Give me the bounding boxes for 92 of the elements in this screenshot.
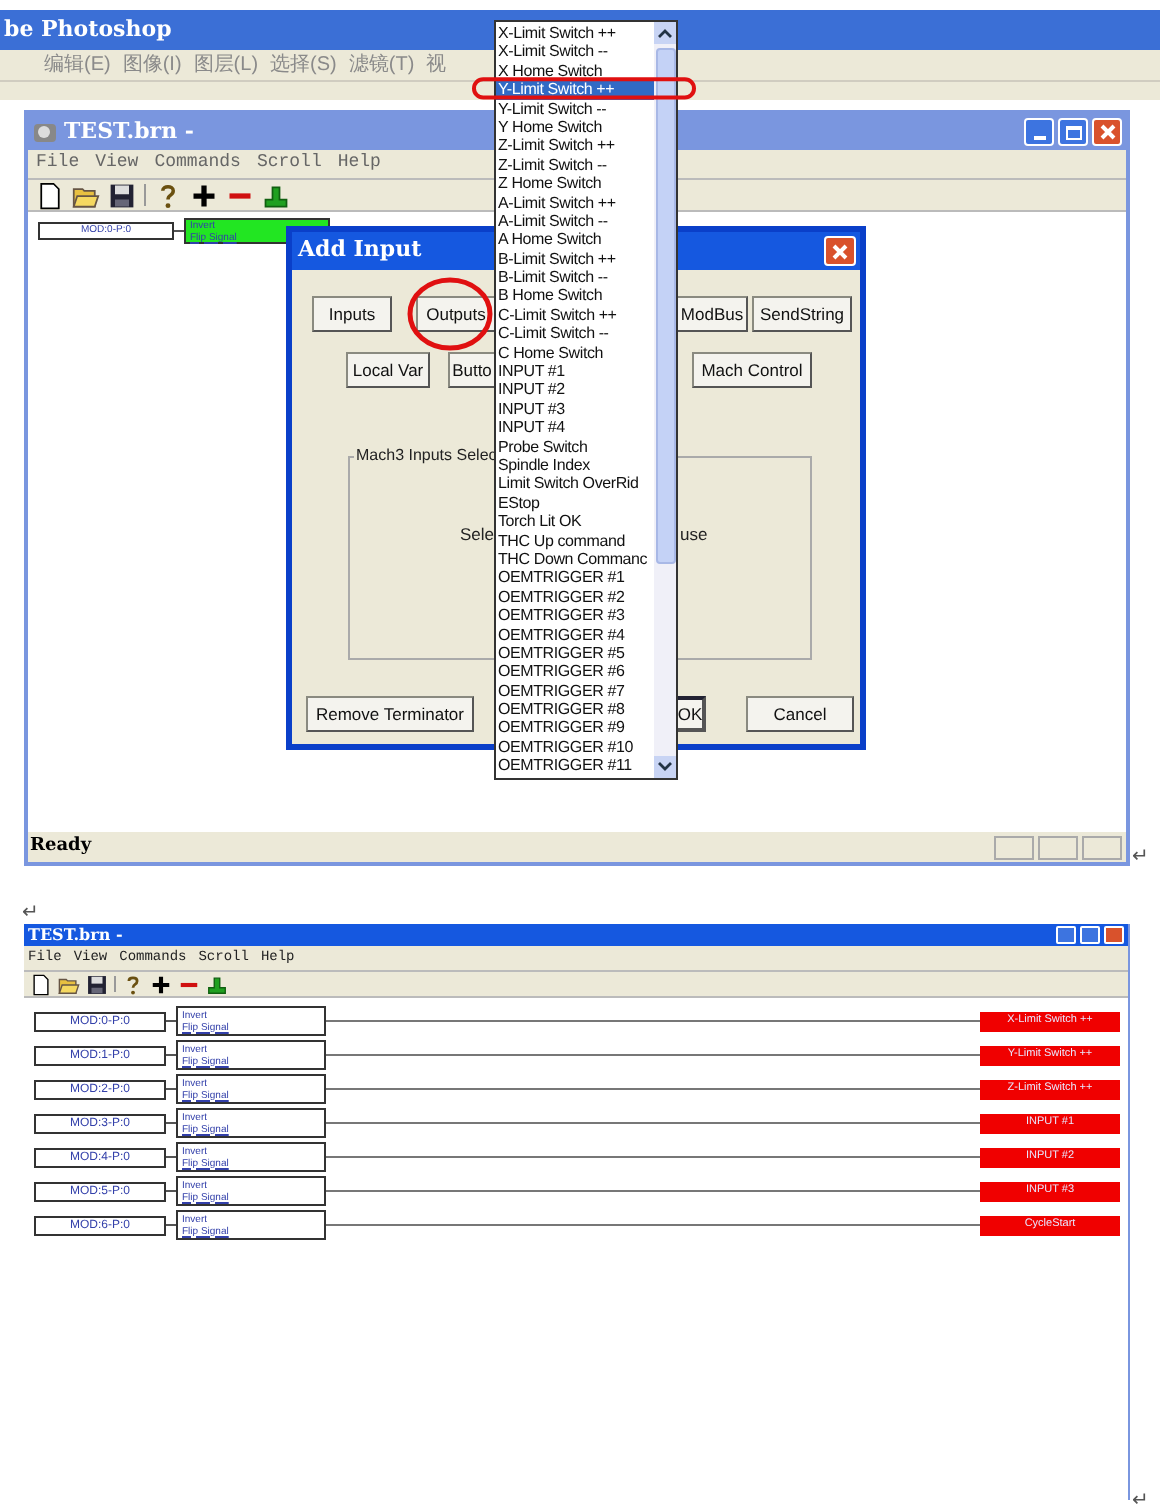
dialog-button[interactable]: Outputs bbox=[416, 296, 496, 332]
list-item[interactable]: Torch Lit OK bbox=[496, 512, 654, 532]
list-item[interactable]: A-Limit Switch ++ bbox=[496, 193, 654, 212]
list-item[interactable]: X Home Switch bbox=[496, 61, 654, 81]
list-item[interactable]: Z-Limit Switch -- bbox=[496, 155, 654, 175]
dialog-button[interactable]: Remove Terminator bbox=[306, 696, 474, 732]
list-item[interactable]: C Home Switch bbox=[496, 343, 654, 363]
list-item[interactable]: OEMTRIGGER #5 bbox=[496, 643, 654, 663]
list-item[interactable]: C-Limit Switch -- bbox=[496, 324, 654, 344]
stand-icon[interactable] bbox=[206, 973, 228, 995]
paragraph-mark: ↵ bbox=[1132, 844, 1148, 872]
list-item[interactable]: B Home Switch bbox=[496, 286, 654, 306]
list-item[interactable]: OEMTRIGGER #4 bbox=[496, 625, 654, 644]
scroll-up-button[interactable] bbox=[654, 22, 676, 44]
save-icon[interactable] bbox=[86, 973, 108, 995]
list-item[interactable]: Y-Limit Switch -- bbox=[496, 99, 654, 118]
plus-icon[interactable] bbox=[150, 973, 172, 995]
window-title: TEST.brn - bbox=[64, 115, 194, 148]
app-icon bbox=[32, 120, 58, 144]
close-button[interactable] bbox=[824, 236, 856, 266]
maximize-button[interactable] bbox=[1058, 118, 1088, 146]
list-item[interactable]: Spindle Index bbox=[496, 455, 654, 475]
save-icon[interactable] bbox=[108, 181, 136, 209]
list-item[interactable]: INPUT #1 bbox=[496, 362, 654, 381]
menu-item[interactable]: View bbox=[95, 150, 139, 178]
stand-icon[interactable] bbox=[262, 181, 290, 209]
dialog-button[interactable]: SendString bbox=[752, 296, 852, 332]
caret-up-icon bbox=[658, 28, 672, 38]
question-icon[interactable] bbox=[122, 973, 144, 995]
status-text: Ready bbox=[30, 833, 92, 860]
window-title: be Photoshop bbox=[4, 13, 172, 46]
list-item[interactable]: OEMTRIGGER #10 bbox=[496, 737, 654, 757]
list-item[interactable]: OEMTRIGGER #11 bbox=[496, 756, 654, 776]
dialog-button[interactable]: ModBus bbox=[676, 296, 748, 332]
group-text: Sele bbox=[460, 524, 495, 544]
list-item[interactable]: B-Limit Switch -- bbox=[496, 268, 654, 287]
list-item[interactable]: C-Limit Switch ++ bbox=[496, 305, 654, 325]
list-item[interactable]: OEMTRIGGER #1 bbox=[496, 568, 654, 588]
annotation-circle bbox=[407, 277, 493, 351]
list-item[interactable]: Z-Limit Switch ++ bbox=[496, 136, 654, 156]
status-pane bbox=[1082, 835, 1122, 859]
scroll-thumb[interactable] bbox=[655, 48, 675, 564]
list-item[interactable]: THC Down Commanc bbox=[496, 549, 654, 569]
status-pane bbox=[994, 835, 1034, 859]
status-pane bbox=[1038, 835, 1078, 859]
group-label: Mach3 Inputs Selec bbox=[354, 446, 499, 464]
list-item[interactable]: INPUT #4 bbox=[496, 418, 654, 438]
dialog-button[interactable]: Local Var bbox=[346, 352, 430, 388]
caret-down-icon bbox=[658, 762, 672, 772]
scrollbar[interactable] bbox=[654, 22, 676, 778]
close-button[interactable] bbox=[1092, 118, 1122, 146]
menu-item[interactable]: File bbox=[36, 150, 80, 178]
list-item[interactable]: X-Limit Switch -- bbox=[496, 42, 654, 62]
list-item[interactable]: OEMTRIGGER #8 bbox=[496, 700, 654, 719]
list-item[interactable]: INPUT #3 bbox=[496, 399, 654, 419]
dialog-button[interactable]: Cancel bbox=[746, 696, 854, 732]
dialog-button[interactable]: Inputs bbox=[312, 296, 392, 332]
dialog-button[interactable]: Mach Control bbox=[692, 352, 812, 388]
close-icon bbox=[1099, 124, 1115, 140]
dialog-button[interactable]: Butto bbox=[448, 352, 496, 388]
list-item[interactable]: X-Limit Switch ++ bbox=[496, 24, 654, 43]
list-item[interactable]: Probe Switch bbox=[496, 437, 654, 456]
list-item[interactable]: OEMTRIGGER #7 bbox=[496, 681, 654, 701]
paragraph-mark: ↵ bbox=[1132, 1488, 1148, 1506]
close-icon bbox=[832, 243, 848, 259]
minimize-button[interactable] bbox=[1056, 926, 1076, 944]
menu-item[interactable]: Scroll bbox=[256, 150, 322, 178]
dialog-title: Add Input bbox=[298, 234, 422, 267]
plus-icon[interactable] bbox=[190, 181, 218, 209]
maximize-button[interactable] bbox=[1080, 926, 1100, 944]
list-item[interactable]: OEMTRIGGER #6 bbox=[496, 662, 654, 682]
menu-item[interactable]: Commands bbox=[154, 150, 241, 178]
scroll-down-button[interactable] bbox=[654, 756, 676, 778]
list-item[interactable]: OEMTRIGGER #2 bbox=[496, 587, 654, 607]
list-item[interactable]: OEMTRIGGER #3 bbox=[496, 606, 654, 625]
list-item[interactable]: Z Home Switch bbox=[496, 174, 654, 194]
list-item[interactable]: A Home Switch bbox=[496, 230, 654, 250]
paragraph-mark: ↵ bbox=[22, 902, 38, 924]
list-item[interactable]: OEMTRIGGER #9 bbox=[496, 718, 654, 738]
list-item[interactable]: Limit Switch OverRid bbox=[496, 474, 654, 494]
list-item[interactable]: Y Home Switch bbox=[496, 117, 654, 137]
open-folder-icon[interactable] bbox=[58, 973, 80, 995]
minimize-button[interactable] bbox=[1024, 118, 1054, 146]
list-item[interactable]: B-Limit Switch ++ bbox=[496, 249, 654, 269]
window-title: TEST.brn - bbox=[28, 926, 123, 944]
list-item[interactable]: EStop bbox=[496, 493, 654, 513]
close-button[interactable] bbox=[1104, 926, 1124, 944]
list-item[interactable]: THC Up command bbox=[496, 531, 654, 550]
list-item[interactable]: A-Limit Switch -- bbox=[496, 211, 654, 231]
group-text: use bbox=[680, 524, 708, 544]
menu-item[interactable]: Help bbox=[337, 150, 381, 178]
list-item[interactable]: INPUT #2 bbox=[496, 380, 654, 400]
